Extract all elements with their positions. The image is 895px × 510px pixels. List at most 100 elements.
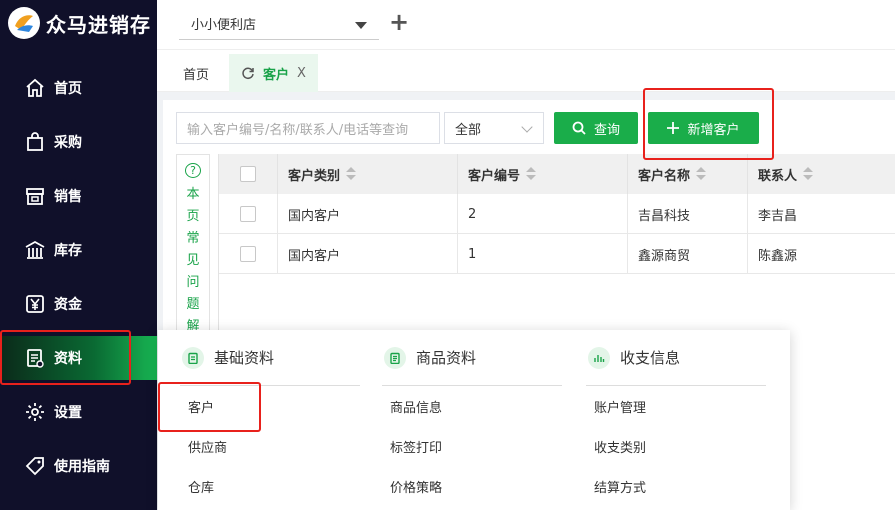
table-row[interactable]: 国内客户 1 鑫源商贸 陈鑫源 bbox=[219, 234, 895, 274]
select-all-checkbox[interactable] bbox=[240, 166, 256, 182]
app-logo[interactable]: 众马进销存 bbox=[0, 0, 157, 46]
home-icon bbox=[26, 78, 44, 97]
search-input[interactable]: 输入客户编号/名称/联系人/电话等查询 bbox=[176, 112, 440, 144]
menu-item-label-print[interactable]: 标签打印 bbox=[382, 426, 562, 466]
app-name: 众马进销存 bbox=[46, 12, 151, 37]
faq-char: 页 bbox=[186, 209, 200, 224]
menu-item-income-expense-type[interactable]: 收支类别 bbox=[586, 426, 766, 466]
menu-item-supplier[interactable]: 供应商 bbox=[180, 426, 360, 466]
menu-section-finance: 收支信息 账户管理 收支类别 结算方式 bbox=[586, 330, 766, 506]
column-label: 客户编号 bbox=[468, 168, 521, 184]
tab-customer[interactable]: 客户 X bbox=[229, 54, 318, 92]
menu-section-products: 商品资料 商品信息 标签打印 价格策略 bbox=[382, 330, 562, 506]
column-header[interactable]: 客户编号 bbox=[458, 154, 628, 194]
category-filter-select[interactable]: 全部 bbox=[444, 112, 544, 144]
menu-section-title: 收支信息 bbox=[620, 349, 681, 367]
tab-label: 客户 bbox=[263, 67, 290, 83]
bar-chart-icon bbox=[588, 346, 610, 369]
menu-item-account-management[interactable]: 账户管理 bbox=[586, 386, 766, 426]
row-select-cell bbox=[219, 194, 278, 234]
table-cell: 吉昌科技 bbox=[628, 194, 748, 234]
menu-item-price-strategy[interactable]: 价格策略 bbox=[382, 466, 562, 506]
refresh-icon[interactable] bbox=[241, 66, 255, 80]
column-header[interactable]: 客户类别 bbox=[278, 154, 458, 194]
tag-icon bbox=[25, 457, 44, 476]
menu-section-title: 商品资料 bbox=[416, 349, 477, 367]
nav-label: 资金 bbox=[54, 297, 82, 313]
tab-label: 首页 bbox=[183, 67, 210, 83]
menu-section-header: 基础资料 bbox=[180, 330, 360, 386]
caret-down-icon bbox=[355, 22, 367, 29]
sort-icon[interactable] bbox=[526, 167, 537, 181]
close-tab-button[interactable]: X bbox=[297, 66, 306, 81]
nav-label: 采购 bbox=[54, 135, 82, 151]
column-label: 联系人 bbox=[758, 168, 798, 184]
column-label: 客户名称 bbox=[638, 168, 691, 184]
highlight-box-add-customer bbox=[643, 88, 774, 160]
column-header[interactable]: 联系人 bbox=[748, 154, 895, 194]
table-cell: 2 bbox=[458, 194, 628, 234]
yen-icon bbox=[26, 295, 44, 313]
row-checkbox[interactable] bbox=[240, 206, 256, 222]
menu-item-warehouse[interactable]: 仓库 bbox=[180, 466, 360, 506]
nav-item-home[interactable]: 首页 bbox=[0, 66, 157, 110]
nav-item-purchase[interactable]: 采购 bbox=[0, 120, 157, 164]
product-list-icon bbox=[384, 346, 406, 369]
top-bar: 小小便利店 + bbox=[157, 0, 895, 50]
row-select-cell bbox=[219, 234, 278, 274]
nav-label: 使用指南 bbox=[54, 459, 110, 475]
column-header[interactable]: 客户名称 bbox=[628, 154, 748, 194]
nav-item-settings[interactable]: 设置 bbox=[0, 390, 157, 434]
table-cell: 陈鑫源 bbox=[758, 248, 798, 264]
table-cell: 李吉昌 bbox=[758, 208, 798, 224]
query-button[interactable]: 查询 bbox=[554, 112, 638, 144]
select-all-cell bbox=[219, 154, 278, 194]
nav-item-funds[interactable]: 资金 bbox=[0, 282, 157, 326]
sidebar: 众马进销存 首页 采购 销售 库存 资金 资料 设置 使用指南 bbox=[0, 0, 157, 510]
bag-icon bbox=[27, 132, 43, 151]
table-cell: 国内客户 bbox=[278, 194, 458, 234]
store-select[interactable]: 小小便利店 bbox=[179, 8, 379, 40]
menu-item-settlement-method[interactable]: 结算方式 bbox=[586, 466, 766, 506]
nav-item-sales[interactable]: 销售 bbox=[0, 174, 157, 218]
menu-section-header: 收支信息 bbox=[586, 330, 766, 386]
logo-icon bbox=[8, 7, 40, 39]
table-row[interactable]: 国内客户 2 吉昌科技 李吉昌 bbox=[219, 194, 895, 234]
row-checkbox[interactable] bbox=[240, 246, 256, 262]
search-icon bbox=[572, 121, 586, 135]
faq-char: 问 bbox=[186, 275, 200, 290]
faq-strip[interactable]: ? 本 页 常 见 问 题 解 bbox=[176, 154, 210, 334]
table-header: 客户类别 客户编号 客户名称 联系人 bbox=[219, 154, 895, 194]
sort-icon[interactable] bbox=[803, 167, 814, 181]
nav-label: 首页 bbox=[54, 81, 82, 97]
table-cell: 国内客户 bbox=[278, 234, 458, 274]
faq-char: 本 bbox=[186, 187, 200, 202]
table-cell: 1 bbox=[458, 234, 628, 274]
gear-icon bbox=[26, 403, 44, 421]
menu-section-title: 基础资料 bbox=[214, 349, 275, 367]
highlight-box-nav-data bbox=[0, 330, 131, 385]
warehouse-icon bbox=[25, 240, 45, 259]
nav-label: 库存 bbox=[54, 243, 82, 259]
add-store-button[interactable]: + bbox=[389, 10, 409, 34]
tab-bar: 首页 客户 X bbox=[157, 50, 895, 92]
faq-char: 常 bbox=[186, 231, 200, 246]
help-icon: ? bbox=[185, 163, 201, 178]
nav-item-guide[interactable]: 使用指南 bbox=[0, 444, 157, 488]
menu-item-product-info[interactable]: 商品信息 bbox=[382, 386, 562, 426]
nav-label: 销售 bbox=[54, 189, 82, 205]
sort-icon[interactable] bbox=[696, 167, 707, 181]
store-name: 小小便利店 bbox=[191, 18, 257, 33]
menu-section-header: 商品资料 bbox=[382, 330, 562, 386]
faq-char: 题 bbox=[186, 297, 200, 312]
faq-char: 见 bbox=[186, 253, 200, 268]
nav-item-inventory[interactable]: 库存 bbox=[0, 228, 157, 272]
tab-home[interactable]: 首页 bbox=[171, 54, 221, 92]
customer-table: 客户类别 客户编号 客户名称 联系人 国内客户 2 吉昌科技 李吉昌 国内客户 … bbox=[218, 154, 895, 331]
sort-icon[interactable] bbox=[346, 167, 357, 181]
store-icon bbox=[26, 188, 44, 205]
column-label: 客户类别 bbox=[288, 168, 341, 184]
query-label: 查询 bbox=[593, 122, 620, 138]
filter-value: 全部 bbox=[455, 122, 482, 138]
table-cell: 鑫源商贸 bbox=[628, 234, 748, 274]
